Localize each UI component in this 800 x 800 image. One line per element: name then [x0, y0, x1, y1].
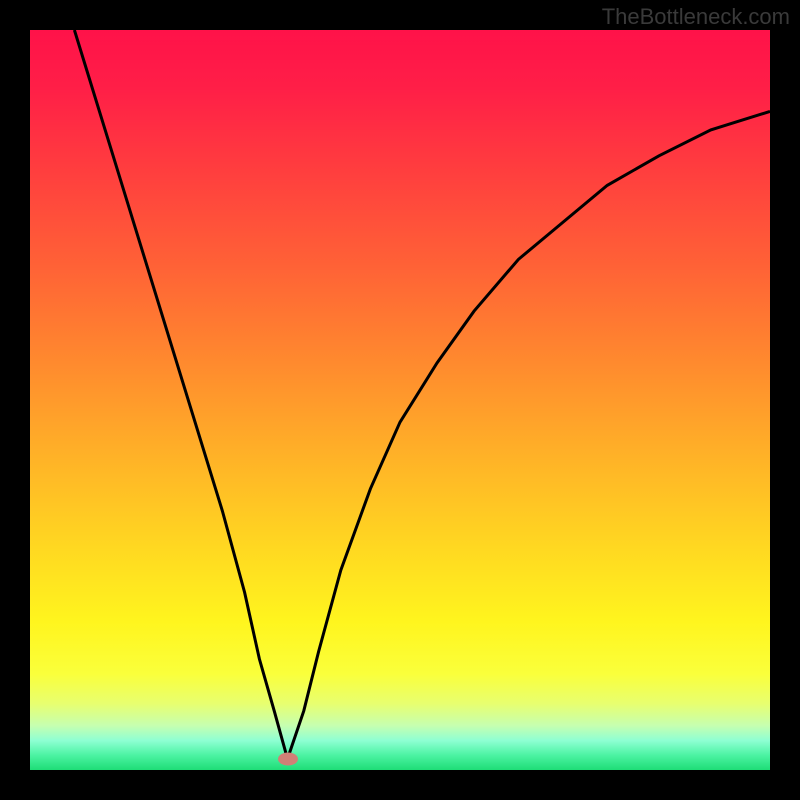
watermark-text: TheBottleneck.com [602, 4, 790, 30]
bottleneck-curve [74, 30, 770, 759]
plot-area [30, 30, 770, 770]
minimum-marker [278, 752, 298, 765]
curve-layer [30, 30, 770, 770]
chart-frame: TheBottleneck.com [0, 0, 800, 800]
